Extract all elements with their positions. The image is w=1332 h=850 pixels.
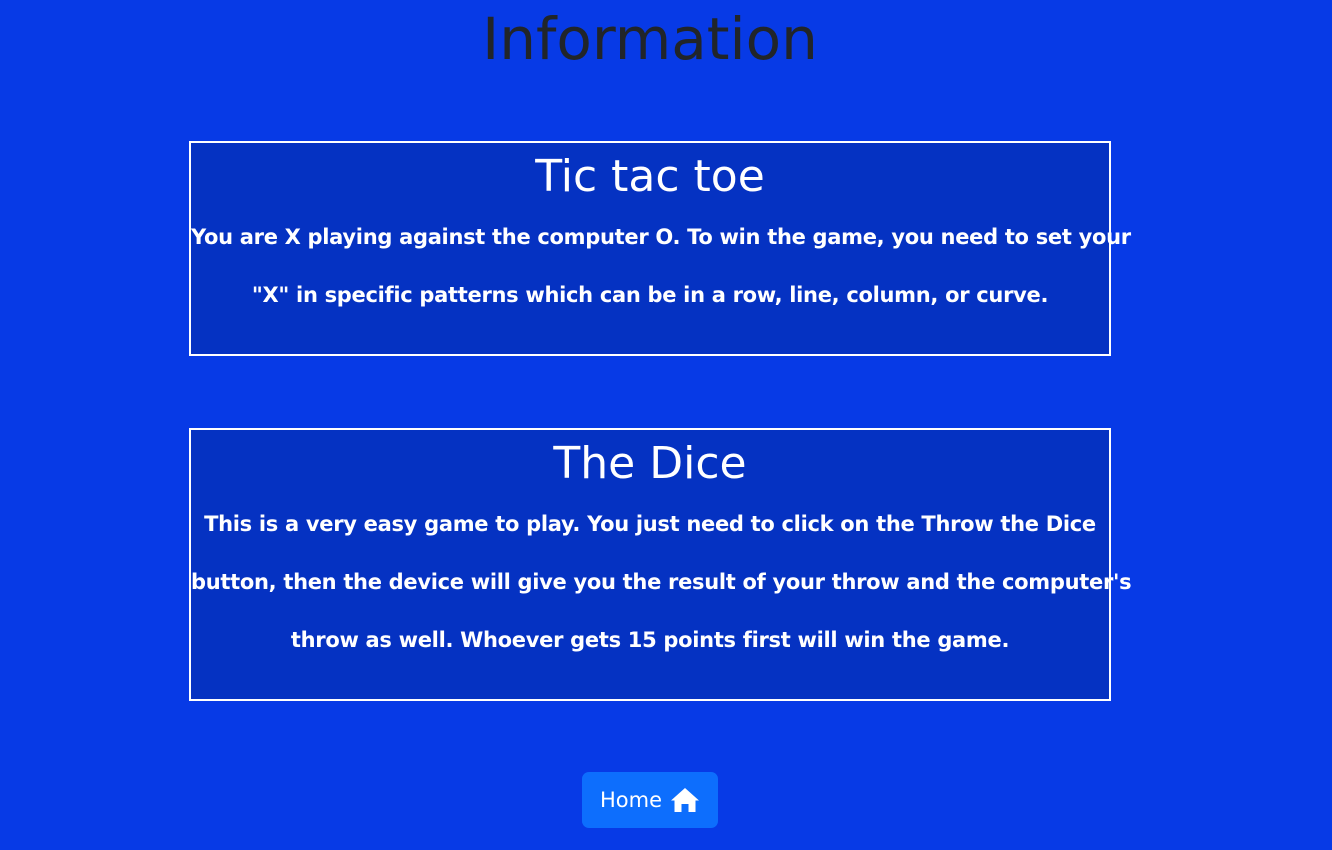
dice-description-line: throw as well. Whoever gets 15 points fi… [290, 628, 1010, 652]
tic-tac-toe-info-card: Tic tac toe You are X playing against th… [189, 141, 1131, 356]
home-button-label: Home [599, 788, 662, 812]
dice-info-card: The Dice This is a very easy game to pla… [189, 428, 1132, 701]
tic-tac-toe-title: Tic tac toe [535, 151, 765, 202]
tic-tac-toe-description-line: You are X playing against the computer O… [191, 225, 1131, 249]
tic-tac-toe-description-line: "X" in specific patterns which can be in… [251, 283, 1049, 307]
home-button[interactable]: Home [582, 772, 718, 828]
dice-description-line: This is a very easy game to play. You ju… [204, 512, 1096, 536]
dice-title: The Dice [553, 438, 747, 489]
home-icon [670, 787, 700, 813]
page-title: Information [482, 5, 818, 73]
dice-description-line: button, then the device will give you th… [191, 570, 1132, 594]
